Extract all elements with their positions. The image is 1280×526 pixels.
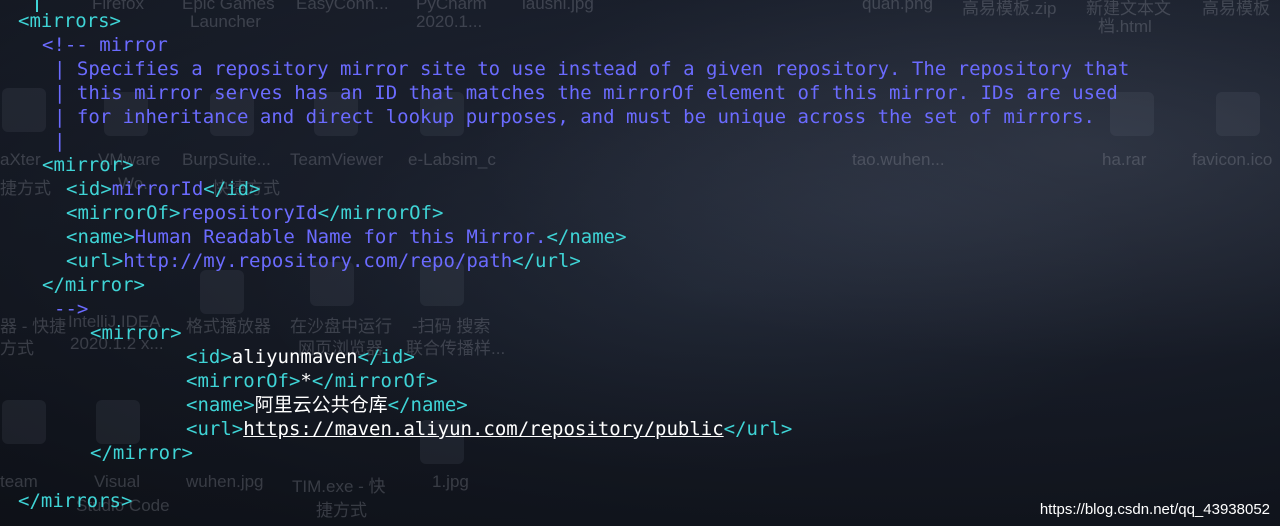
xml-tag: </mirrorOf> [317,202,444,224]
code-line: <mirror> [90,321,182,345]
code-line: <name>Human Readable Name for this Mirro… [66,225,627,249]
code-line: <url>http://my.repository.com/repo/path<… [66,249,581,273]
xml-tag: </url> [723,418,793,440]
csdn-watermark: https://blog.csdn.net/qq_43938052 [1039,501,1270,518]
xml-tag: </mirror> [90,442,193,464]
xml-tag: <mirrorOf> [66,202,181,224]
code-line: | [54,129,65,153]
code-line: <url>https://maven.aliyun.com/repository… [186,417,792,441]
xml-tag: </mirrorOf> [311,370,438,392]
xml-value[interactable]: https://maven.aliyun.com/repository/publ… [243,418,723,440]
terminal-editor[interactable]: <mirrors> <!-- mirror | Specifies a reposi… [0,0,1280,526]
xml-tag: <id> [66,178,112,200]
code-line: | Specifies a repository mirror site to … [54,57,1129,81]
code-line: --> [54,297,88,321]
xml-tag: </id> [203,178,261,200]
xml-comment-text: | [54,130,66,152]
code-line: </mirrors> [18,489,132,513]
code-line: <mirrorOf>*</mirrorOf> [186,369,438,393]
code-line: <id>aliyunmaven</id> [186,345,415,369]
code-line: <!-- mirror [42,33,168,57]
xml-tag: <name> [186,394,255,416]
xml-comment-text: | this mirror serves has an ID that matc… [54,82,1118,104]
xml-comment-text: repositoryId [180,202,318,224]
code-line: <id>mirrorId</id> [66,177,260,201]
code-line: <mirror> [42,153,134,177]
xml-tag: <mirror> [90,322,182,344]
xml-tag: </name> [546,226,627,248]
xml-tag: </mirror> [42,274,145,296]
xml-comment-text: http://my.repository.com/repo/path [123,250,513,272]
xml-comment-text: <!-- mirror [42,34,168,56]
xml-value: * [300,370,312,392]
xml-tag: <mirror> [42,154,134,176]
code-line: </mirror> [90,441,193,465]
xml-comment-text: | Specifies a repository mirror site to … [54,58,1130,80]
xml-comment-text: mirrorId [111,178,204,200]
xml-comment-text: | for inheritance and direct lookup purp… [54,106,1095,128]
xml-tag: <mirrorOf> [186,370,301,392]
xml-tag: <mirrors> [18,10,121,32]
code-line: <mirrors> [18,9,121,33]
xml-tag: </id> [357,346,415,368]
xml-comment-text: Human Readable Name for this Mirror. [134,226,547,248]
code-line: <name>阿里云公共仓库</name> [186,393,468,417]
code-line: | this mirror serves has an ID that matc… [54,81,1118,105]
xml-comment-text: --> [54,298,89,320]
xml-tag: <id> [186,346,232,368]
code-line: | for inheritance and direct lookup purp… [54,105,1095,129]
code-line: <mirrorOf>repositoryId</mirrorOf> [66,201,444,225]
xml-tag: <url> [66,250,124,272]
code-line: </mirror> [42,273,145,297]
xml-tag: </name> [387,394,468,416]
xml-value: 阿里云公共仓库 [254,394,388,416]
xml-tag: <url> [186,418,244,440]
xml-tag: </mirrors> [18,490,133,512]
xml-value: aliyunmaven [231,346,358,368]
xml-tag: <name> [66,226,135,248]
xml-tag: </url> [512,250,581,272]
